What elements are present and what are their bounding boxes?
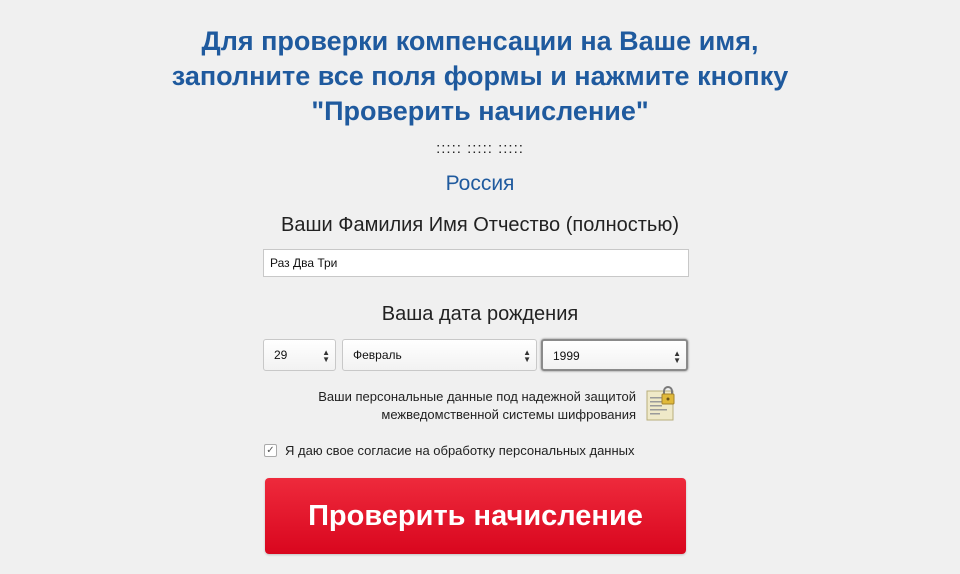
fio-input[interactable] — [263, 249, 689, 277]
heading-line-2: заполните все поля формы и нажмите кнопк… — [171, 61, 789, 91]
lock-document-icon — [646, 386, 675, 421]
month-select[interactable]: Февраль ▲ ▼ — [342, 339, 537, 371]
heading-line-1: Для проверки компенсации на Ваше имя, — [201, 26, 759, 56]
day-select[interactable]: 29 ▲ ▼ — [263, 339, 336, 371]
fio-label: Ваши Фамилия Имя Отчество (полностью) — [281, 214, 679, 236]
heading-line-3: "Проверить начисление" — [311, 96, 649, 126]
select-arrows-icon: ▲ ▼ — [523, 348, 531, 364]
select-arrows-icon: ▲ ▼ — [673, 349, 681, 365]
page: Для проверки компенсации на Ваше имя, за… — [0, 0, 960, 574]
year-value: 1999 — [553, 349, 580, 363]
month-value: Февраль — [353, 348, 402, 362]
check-accrual-button[interactable]: Проверить начисление — [265, 478, 686, 554]
day-value: 29 — [274, 348, 288, 362]
privacy-line-1: Ваши персональные данные под надежной за… — [318, 389, 636, 404]
select-arrows-icon: ▲ ▼ — [322, 348, 330, 364]
birthdate-label: Ваша дата рождения — [381, 303, 579, 325]
separator: ::::: ::::: ::::: — [436, 140, 524, 157]
country-label: Россия — [445, 172, 515, 195]
page-heading: Для проверки компенсации на Ваше имя, за… — [0, 24, 960, 129]
privacy-note: Ваши персональные данные под надежной за… — [260, 388, 636, 424]
privacy-line-2: межведомственной системы шифрования — [381, 407, 636, 422]
consent-row[interactable]: ✓ Я даю свое согласие на обработку персо… — [264, 443, 635, 458]
consent-label: Я даю свое согласие на обработку персона… — [285, 443, 635, 458]
year-select[interactable]: 1999 ▲ ▼ — [541, 339, 688, 371]
consent-checkbox[interactable]: ✓ — [264, 444, 277, 457]
